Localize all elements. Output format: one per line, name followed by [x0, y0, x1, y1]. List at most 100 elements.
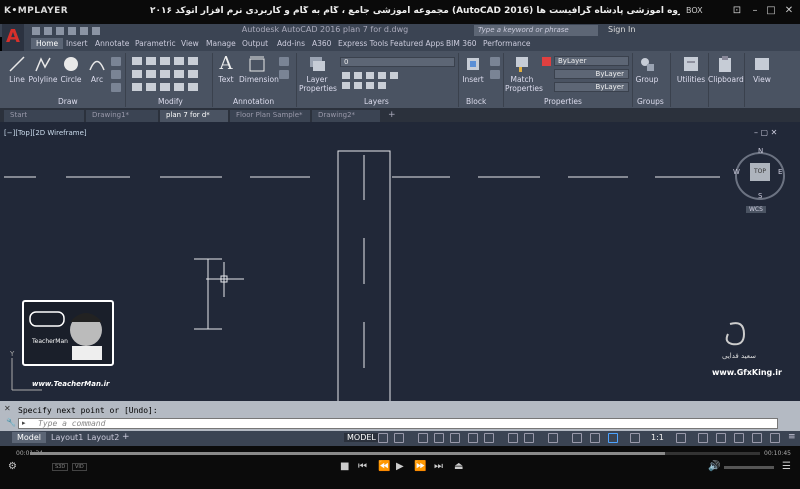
customization-menu-icon[interactable]: ≡ — [788, 432, 796, 442]
annotation-scale-icon[interactable] — [630, 433, 640, 443]
sign-in-button[interactable]: Sign In — [608, 25, 635, 34]
quick-access-toolbar[interactable] — [30, 26, 150, 36]
player-logo[interactable]: K•MPLAYER — [4, 6, 68, 16]
layer-dropdown[interactable]: 0 — [340, 57, 455, 67]
tab-parametric[interactable]: Parametric — [135, 39, 176, 48]
hatch-icon[interactable] — [111, 70, 121, 79]
wcs-menu[interactable]: WCS — [746, 206, 766, 213]
block-panel-label[interactable]: Block — [466, 97, 486, 106]
minimize-icon[interactable]: – — [748, 4, 762, 18]
ortho-icon[interactable] — [418, 433, 428, 443]
wrench-icon[interactable]: 🔧 — [6, 418, 16, 427]
annotation-monitor-icon[interactable] — [698, 433, 708, 443]
utilities-tool[interactable]: Utilities — [674, 55, 708, 84]
transparency-icon[interactable] — [524, 433, 534, 443]
settings-icon[interactable]: ⚙ — [8, 461, 17, 472]
clipboard-tool[interactable]: Clipboard — [708, 55, 744, 84]
command-input[interactable] — [18, 418, 778, 429]
arc-tool[interactable]: Arc — [86, 55, 108, 84]
tab-featured-apps[interactable]: Featured Apps — [390, 39, 444, 48]
command-close-icon[interactable]: ✕ — [4, 404, 11, 413]
tab-a360[interactable]: A360 — [312, 39, 331, 48]
volume-slider[interactable] — [724, 466, 774, 469]
file-tab-start[interactable]: Start — [4, 110, 84, 122]
groups-panel-label[interactable]: Groups — [637, 97, 664, 106]
layers-panel-label[interactable]: Layers — [364, 97, 389, 106]
stop-icon[interactable]: ■ — [340, 461, 349, 472]
match-properties-tool[interactable]: Match Properties — [505, 55, 543, 93]
table-icon[interactable] — [279, 70, 289, 79]
pin-icon[interactable]: ⊡ — [730, 4, 744, 18]
viewcube-south[interactable]: S — [758, 192, 762, 200]
object-snap-tracking-icon[interactable] — [468, 433, 478, 443]
create-block-icon[interactable] — [490, 57, 500, 66]
next-icon[interactable]: ⏭ — [434, 461, 443, 472]
file-tab-drawing1[interactable]: Drawing1* — [86, 110, 158, 122]
annotation-panel-label[interactable]: Annotation — [233, 97, 274, 106]
file-tab-drawing2[interactable]: Drawing2* — [312, 110, 380, 122]
new-layout-plus-icon[interactable]: + — [122, 432, 130, 442]
viewcube-west[interactable]: W — [733, 168, 740, 176]
layout-tab-layout2[interactable]: Layout2 — [82, 432, 124, 443]
linetype-dropdown[interactable]: ByLayer — [554, 69, 629, 79]
layer-properties-tool[interactable]: Layer Properties — [299, 55, 337, 93]
hardware-acceleration-icon[interactable] — [752, 433, 762, 443]
group-tool[interactable]: Group — [634, 55, 660, 84]
tab-express-tools[interactable]: Express Tools — [338, 39, 388, 48]
snap-icon[interactable] — [394, 433, 404, 443]
view-tool[interactable]: View — [748, 55, 776, 84]
modify-tools-icon-grid[interactable] — [130, 55, 212, 95]
line-tool[interactable]: Line — [6, 55, 28, 84]
isodraft-icon[interactable] — [450, 433, 460, 443]
volume-icon[interactable]: 🔊 — [708, 461, 720, 472]
tab-manage[interactable]: Manage — [206, 39, 236, 48]
tab-performance[interactable]: Performance — [483, 39, 531, 48]
units-icon[interactable] — [716, 433, 726, 443]
selection-cycling-icon[interactable] — [548, 433, 558, 443]
viewcube-east[interactable]: E — [778, 168, 782, 176]
dimension-tool[interactable]: Dimension — [239, 55, 279, 84]
draw-panel-label[interactable]: Draw — [58, 97, 78, 106]
grid-icon[interactable] — [378, 433, 388, 443]
lineweight-dropdown[interactable]: ByLayer — [554, 82, 629, 92]
search-input[interactable]: Type a keyword or phrase — [474, 25, 598, 36]
text-tool[interactable]: A Text — [215, 55, 237, 85]
object-snap-icon[interactable] — [484, 433, 494, 443]
modify-panel-label[interactable]: Modify — [158, 97, 183, 106]
dynamic-ucs-icon[interactable] — [590, 433, 600, 443]
file-tab-plan7[interactable]: plan 7 for d* — [160, 110, 228, 122]
edit-block-icon[interactable] — [490, 70, 500, 79]
rectangle-icon[interactable] — [111, 57, 121, 66]
tab-view[interactable]: View — [181, 39, 199, 48]
annotation-visibility-icon[interactable] — [608, 433, 618, 443]
maximize-icon[interactable]: □ — [764, 4, 778, 18]
polyline-tool[interactable]: Polyline — [28, 55, 58, 84]
subtitle-badge[interactable]: S3D — [52, 463, 69, 471]
polar-icon[interactable] — [434, 433, 444, 443]
insert-tool[interactable]: Insert — [460, 55, 486, 84]
new-tab-plus-icon[interactable]: + — [388, 110, 396, 120]
tab-home[interactable]: Home — [31, 38, 64, 49]
viewcube-north[interactable]: N — [758, 147, 763, 155]
viewcube-top-face[interactable]: TOP — [750, 163, 770, 181]
application-menu-button[interactable]: A — [2, 24, 24, 52]
close-icon[interactable]: ✕ — [782, 4, 796, 18]
audio-badge[interactable]: VID — [72, 463, 87, 471]
3d-osnap-icon[interactable] — [572, 433, 582, 443]
isolate-objects-icon[interactable] — [734, 433, 744, 443]
color-dropdown[interactable]: ByLayer — [554, 56, 629, 66]
file-tab-floor-plan[interactable]: Floor Plan Sample* — [230, 110, 310, 122]
tab-add-ins[interactable]: Add-ins — [277, 39, 305, 48]
tab-bim-360[interactable]: BIM 360 — [446, 39, 477, 48]
playlist-icon[interactable]: ☰ — [782, 461, 791, 472]
tab-output[interactable]: Output — [242, 39, 268, 48]
rewind-icon[interactable]: ⏪ — [378, 461, 390, 472]
model-space-button[interactable]: MODEL — [344, 433, 379, 442]
properties-panel-label[interactable]: Properties — [544, 97, 582, 106]
layout-tab-model[interactable]: Model — [12, 432, 47, 443]
play-icon[interactable]: ▶ — [396, 461, 404, 472]
lineweight-icon[interactable] — [508, 433, 518, 443]
gradient-icon[interactable] — [111, 83, 121, 92]
box-button[interactable]: BOX — [686, 6, 703, 15]
leader-icon[interactable] — [279, 57, 289, 66]
